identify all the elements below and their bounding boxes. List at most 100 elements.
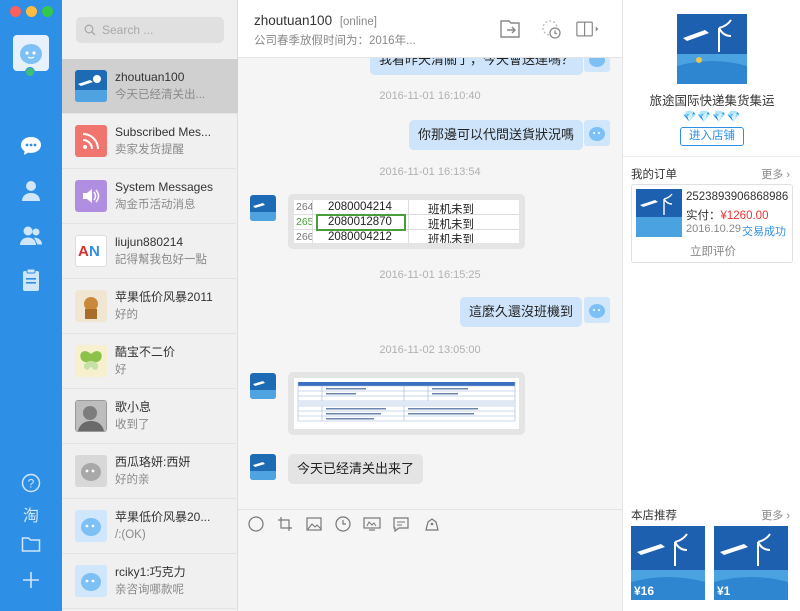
order-paid-row: 实付：¥1260.00 [686, 207, 768, 223]
image-message-form[interactable] [288, 372, 525, 435]
more-label: 更多 [761, 169, 784, 181]
search-input[interactable]: Search ... [76, 17, 224, 43]
default-avatar [75, 565, 107, 597]
table-row: 264 2080004214 班机未到 [294, 200, 519, 216]
conversation-item-kubao[interactable]: 酷宝不二价好 [62, 334, 238, 389]
orders-title: 我的订单 [631, 169, 677, 181]
recommended-item[interactable]: ¥1 [714, 526, 788, 600]
group-icon[interactable] [19, 224, 43, 248]
conversation-preview: /:(OK) [115, 528, 146, 541]
paid-label: 实付： [686, 210, 721, 222]
conversation-name: System Messages [115, 179, 214, 194]
plus-icon[interactable] [19, 568, 43, 592]
recommended-item[interactable]: ¥16 [631, 526, 705, 600]
recommendations-more-link[interactable]: 更多 › [761, 507, 790, 523]
tracking-number: 2080004212 [328, 231, 392, 243]
input-toolbar [238, 509, 622, 537]
conversation-preview: 記得幫我包好一點 [115, 253, 207, 266]
folder-icon[interactable] [19, 532, 43, 556]
chat-icon[interactable] [19, 134, 43, 158]
conversation-preview: 今天已经清关出... [115, 88, 206, 101]
conversation-item-subscribed[interactable]: Subscribed Mes... 卖家发货提醒 [62, 114, 238, 169]
shop-avatar [75, 290, 107, 322]
conversation-item-apple-storm[interactable]: 苹果低价风暴2011 好的 [62, 279, 238, 334]
more-label: 更多 [761, 510, 784, 522]
image-icon[interactable] [305, 515, 323, 533]
order-date: 2016.10.29 [686, 223, 742, 235]
row-index: 265 [296, 216, 314, 228]
conversation-item-system[interactable]: System Messages 淘金币活动消息 [62, 169, 238, 224]
seller-avatar [250, 195, 276, 221]
shop-logo[interactable] [677, 14, 747, 84]
enter-shop-button[interactable]: 进入店铺 [680, 127, 744, 146]
conversation-item-rciky1[interactable]: rciky1:巧克力 亲咨询哪款呢 [62, 554, 238, 609]
conversation-preview: 收到了 [115, 418, 150, 431]
customs-form-image [294, 378, 519, 429]
table-row: 265 2080012870 班机未到 [294, 214, 519, 231]
history-icon[interactable] [539, 17, 563, 41]
image-message-table[interactable]: 264 2080004214 班机未到 265 2080012870 班机未到 … [288, 194, 525, 249]
an-logo-avatar: AN [75, 235, 107, 267]
table-divider [312, 200, 313, 243]
taobao-icon[interactable]: 淘 [19, 502, 43, 526]
conversation-list: Search ... zhoutuan100 今天已经清关出... Subscri… [62, 0, 238, 611]
coupon-icon[interactable] [422, 515, 440, 533]
seller-avatar [250, 373, 276, 399]
minimize-window-button[interactable] [26, 6, 37, 17]
app-window: ? 淘 Search ... zhoutuan100 今天已经清关出... Sub… [0, 0, 800, 611]
my-avatar [584, 120, 610, 146]
clipboard-icon[interactable] [19, 268, 43, 292]
message-timestamp: 2016-11-01 16:15:25 [379, 269, 481, 281]
row-index: 266 [296, 231, 314, 243]
conversation-item-apple-storm-2[interactable]: 苹果低价风暴20... /:(OK) [62, 499, 238, 554]
close-window-button[interactable] [10, 6, 21, 17]
conversation-preview: 好的亲 [115, 473, 150, 486]
message-bubble-outgoing: 你那邊可以代問送貨狀況嗎 [409, 120, 584, 150]
speaker-icon [75, 180, 107, 212]
message-bubble-outgoing: 我看昨天清關了，今天會送達嗎？ [370, 58, 584, 75]
orders-more-link[interactable]: 更多 › [761, 166, 790, 182]
conversation-item-zhoutuan100[interactable]: zhoutuan100 今天已经清关出... [62, 59, 238, 114]
conversation-name: 酷宝不二价 [115, 344, 176, 359]
tracking-number: 2080004214 [328, 201, 392, 213]
layout-toggle-icon[interactable] [576, 17, 600, 41]
search-icon [84, 24, 96, 36]
conversation-name: liujun880214 [115, 234, 184, 249]
video-icon[interactable] [363, 515, 381, 533]
order-card[interactable]: 2523893906868986 实付：¥1260.00 2016.10.29 … [631, 184, 793, 263]
conversation-name: 苹果低价风暴20... [115, 509, 211, 524]
online-status-icon [25, 67, 35, 77]
conversation-name: rciky1:巧克力 [115, 564, 186, 579]
message-timestamp: 2016-11-02 13:05:00 [379, 344, 481, 356]
contact-icon[interactable] [19, 179, 43, 203]
conversation-preview: 亲咨询哪款呢 [115, 583, 184, 596]
chat-panel: zhoutuan100 [online] 公司春季放假时间为：2016年... … [238, 0, 622, 611]
conversation-name: Subscribed Mes... [115, 124, 212, 139]
clock-icon[interactable] [334, 515, 352, 533]
conversation-item-xigua[interactable]: 西瓜珞妍:西妍 好的亲 [62, 444, 238, 499]
left-rail: ? 淘 [0, 0, 62, 611]
user-avatar[interactable] [13, 35, 49, 71]
quick-reply-icon[interactable] [392, 515, 410, 533]
butterfly-avatar [75, 345, 107, 377]
message-timestamp: 2016-11-01 16:10:40 [379, 90, 481, 102]
shipping-table-image: 264 2080004214 班机未到 265 2080012870 班机未到 … [294, 200, 519, 243]
conversation-item-gexiaoxi[interactable]: 歌小息 收到了 [62, 389, 238, 444]
shop-panel: 旅途国际快递集货集运 💎💎💎💎 进入店铺 我的订单 更多 › 252389390… [622, 0, 800, 611]
recommendations-title: 本店推荐 [631, 510, 677, 522]
message-timestamp: 2016-11-01 16:13:54 [379, 166, 481, 178]
emoji-icon[interactable] [247, 515, 265, 533]
crop-icon[interactable] [276, 515, 294, 533]
order-product-image [636, 189, 682, 237]
transfer-icon[interactable] [498, 17, 522, 41]
conversation-item-liujun[interactable]: AN liujun880214 記得幫我包好一點 [62, 224, 238, 279]
product-price: ¥1 [717, 584, 731, 598]
seller-avatar [250, 454, 276, 480]
divider [623, 156, 800, 157]
row-index: 264 [296, 201, 314, 213]
review-now-link[interactable]: 立即评价 [632, 243, 794, 259]
conversation-name: zhoutuan100 [115, 69, 185, 84]
help-icon[interactable]: ? [19, 471, 43, 495]
conversation-preview: 淘金币活动消息 [115, 198, 196, 211]
zoom-window-button[interactable] [42, 6, 53, 17]
